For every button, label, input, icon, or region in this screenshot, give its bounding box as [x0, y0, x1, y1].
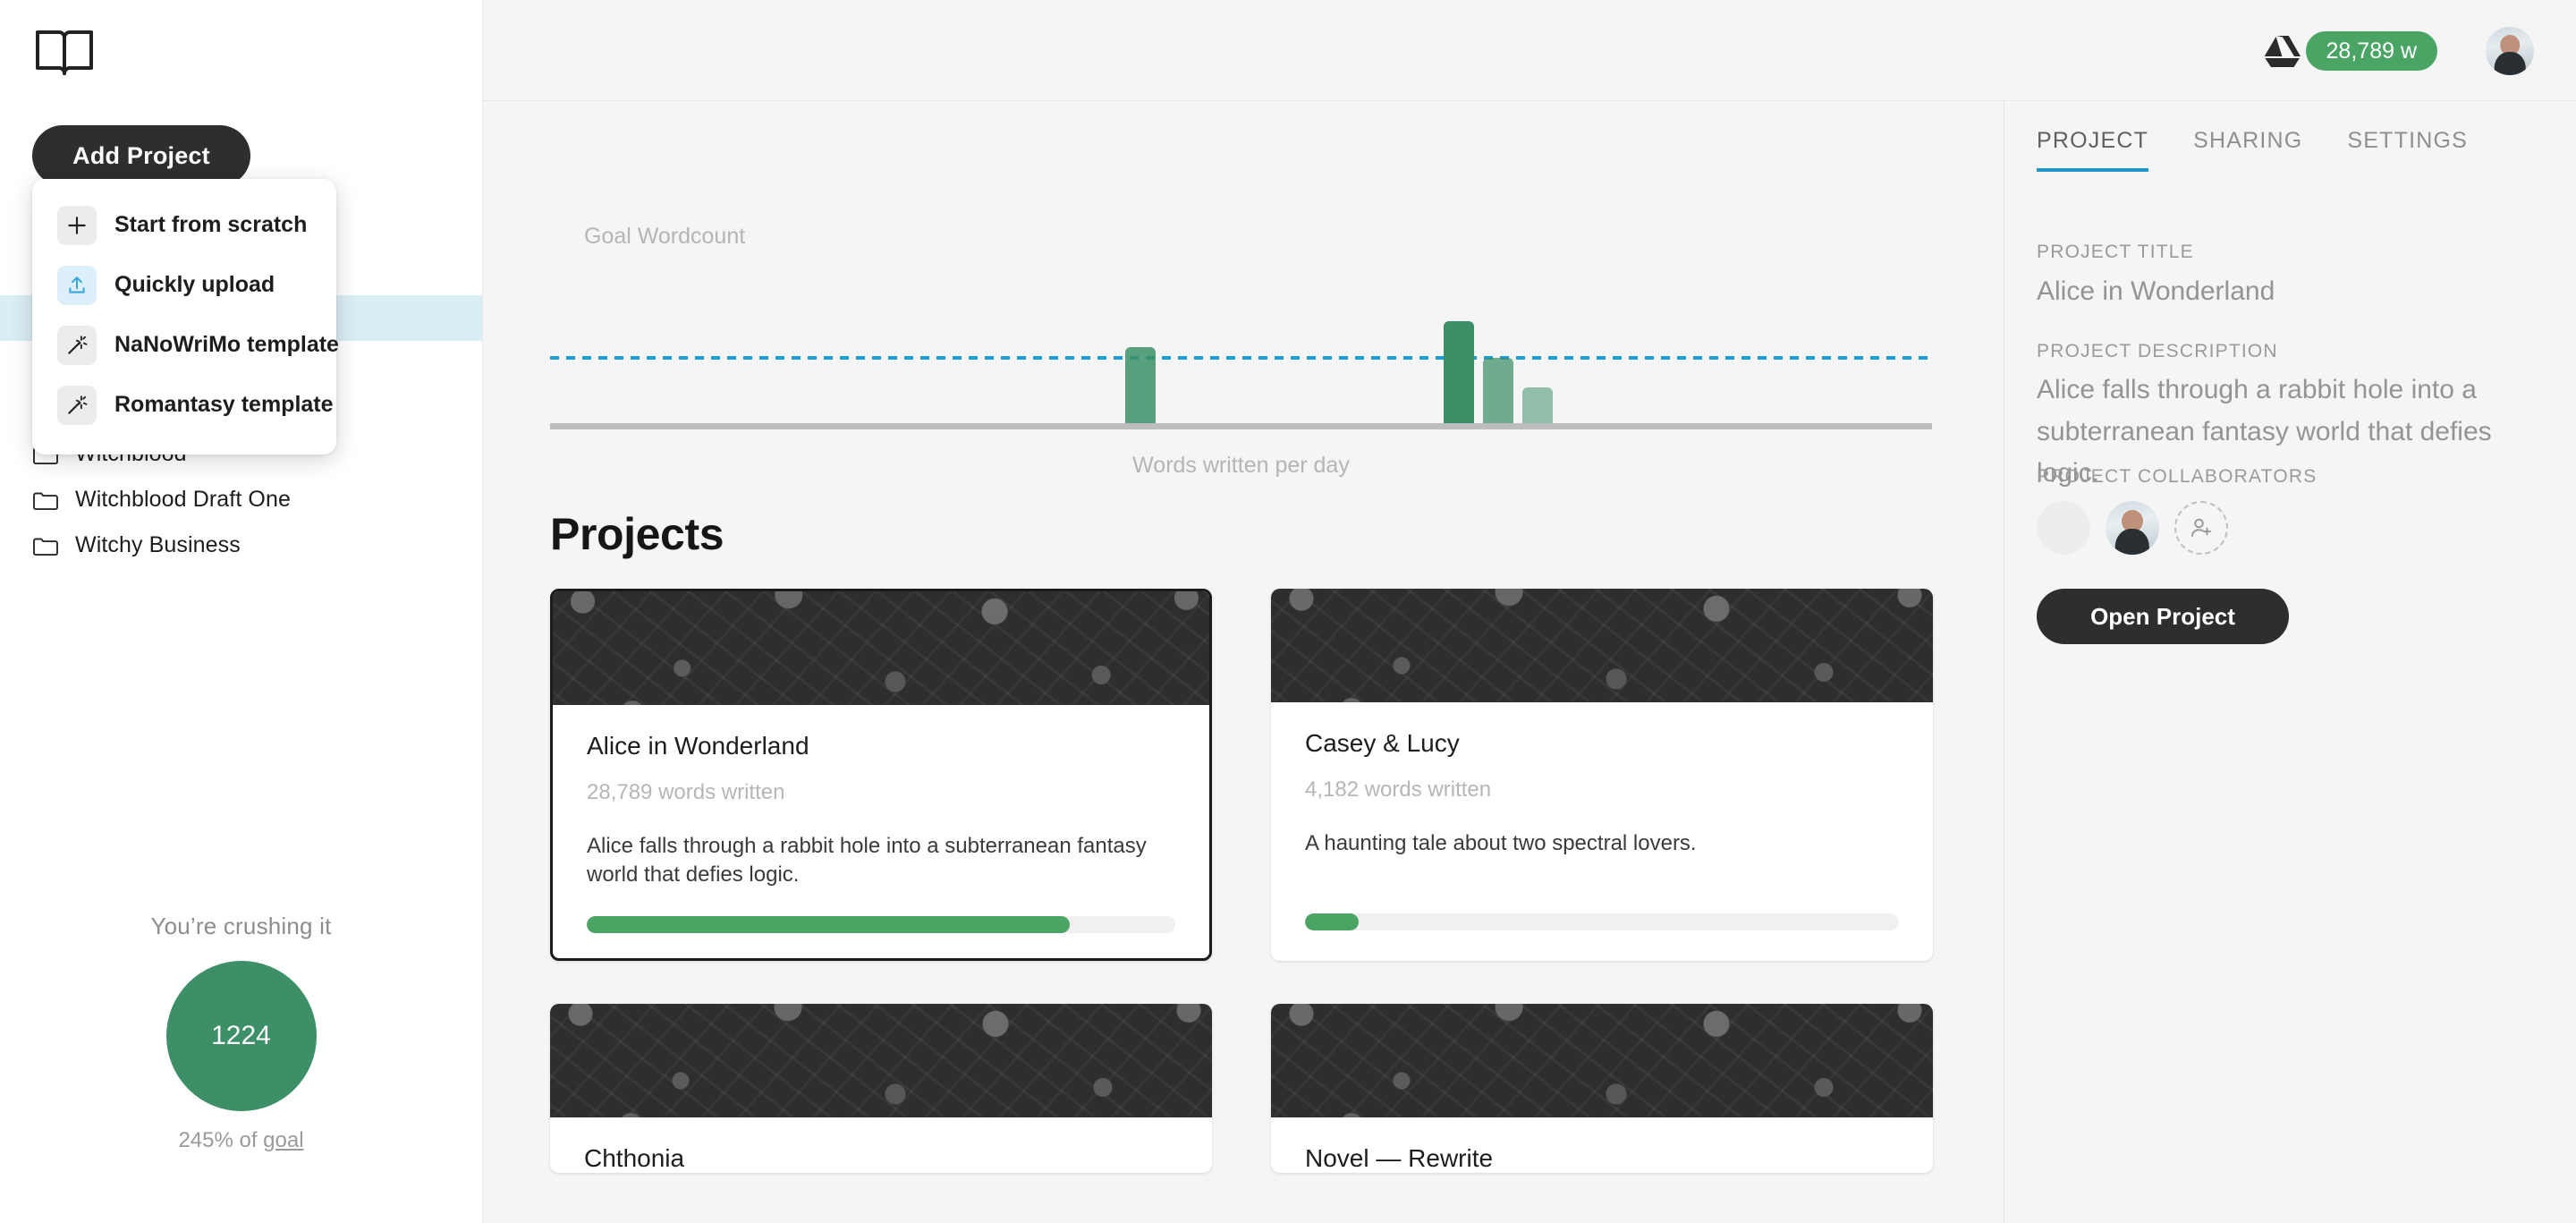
goal-word-number: 1224	[211, 1021, 271, 1050]
project-cover-doodle-image	[550, 1004, 1212, 1117]
project-cover-doodle-image	[1271, 589, 1933, 702]
project-card-body: Casey & Lucy 4,182 words written A hauntin…	[1271, 702, 1933, 930]
goal-progress-circle[interactable]: 1224	[165, 961, 317, 1111]
add-collaborator-button[interactable]	[2174, 501, 2228, 555]
project-card-title: Chthonia	[584, 1144, 685, 1172]
collaborator-avatar[interactable]	[2106, 501, 2159, 555]
add-menu-item-label: Romantasy template	[114, 392, 334, 417]
daily-goal-widget: You’re crushing it 1224 245% of goal	[0, 913, 482, 1153]
project-cover-doodle-image	[553, 591, 1209, 705]
project-card-wordcount: 4,182 words written	[1305, 777, 1492, 802]
chart-x-axis-label: Words written per day	[1132, 453, 1350, 478]
project-description-label: PROJECT DESCRIPTION	[2037, 341, 2278, 361]
avatar-body	[2494, 52, 2526, 75]
add-project-dropdown-menu: Start from scratch Quickly upload NaNoWriM…	[32, 179, 339, 454]
project-card-body: Alice in Wonderland 28,789 words written A…	[553, 705, 1209, 933]
project-card-description: A haunting tale about two spectral lover…	[1305, 831, 1697, 855]
add-menu-item-label: Quickly upload	[114, 272, 275, 297]
main-content: Goal Wordcount Words written per day Pro…	[483, 101, 2004, 1223]
project-card-wordcount: 28,789 words written	[587, 780, 785, 804]
project-progress-fill	[587, 916, 1070, 933]
project-progress-fill	[1305, 913, 1359, 930]
collaborators-row	[2037, 501, 2243, 555]
goal-link[interactable]: goal	[263, 1128, 303, 1152]
folder-icon	[32, 535, 59, 556]
project-title-label: PROJECT TITLE	[2037, 242, 2194, 262]
open-project-button[interactable]: Open Project	[2037, 589, 2289, 644]
project-card-description: Alice falls through a rabbit hole into a…	[587, 834, 1147, 887]
top-bar: 28,789 w	[483, 0, 2576, 101]
chart-bar	[1125, 347, 1156, 423]
panel-tab-project[interactable]: PROJECT	[2037, 128, 2149, 172]
chart-bar	[1444, 321, 1474, 423]
chart-bar	[1483, 358, 1513, 423]
words-per-day-chart: Goal Wordcount Words written per day	[550, 125, 1932, 478]
sidebar-folder-item[interactable]: Witchy Business	[0, 522, 483, 568]
add-menu-item[interactable]: Quickly upload	[32, 255, 336, 315]
chart-bars	[550, 137, 1932, 423]
goal-percent-value: 245% of	[178, 1128, 264, 1152]
project-cover-doodle-image	[1271, 1004, 1933, 1117]
plus-icon	[57, 205, 97, 245]
project-card[interactable]: Novel — Rewrite	[1271, 1004, 1933, 1173]
add-menu-item[interactable]: Romantasy template	[32, 375, 336, 435]
project-card-body: Chthonia	[550, 1117, 1212, 1173]
goal-caption: You’re crushing it	[150, 913, 332, 939]
add-project-button[interactable]: Add Project	[32, 125, 250, 186]
chart-bar	[1522, 387, 1553, 423]
add-menu-item[interactable]: Start from scratch	[32, 195, 336, 255]
page-title: Projects	[550, 509, 724, 559]
add-menu-item[interactable]: NaNoWriMo template	[32, 315, 339, 375]
collaborator-avatar-empty[interactable]	[2037, 501, 2090, 555]
project-details-panel: PROJECT SHARING SETTINGS PROJECT TITLE Ali…	[2004, 101, 2576, 1223]
project-progress-track	[1305, 913, 1899, 930]
project-progress-track	[587, 916, 1175, 933]
goal-percent-text: 245% of goal	[0, 1128, 482, 1153]
chart-baseline-axis	[550, 423, 1932, 429]
sidebar-folder-label: Witchy Business	[75, 532, 241, 557]
app-root: Add Project Novel — RewriteSymphony of S…	[0, 0, 2576, 1223]
add-menu-item-label: NaNoWriMo template	[114, 332, 339, 357]
user-avatar[interactable]	[2486, 27, 2534, 75]
google-drive-icon[interactable]	[2264, 34, 2301, 68]
project-card[interactable]: Chthonia	[550, 1004, 1212, 1173]
projects-card-grid: Alice in Wonderland 28,789 words written A…	[550, 589, 1933, 1173]
project-title-value[interactable]: Alice in Wonderland	[2037, 271, 2538, 313]
total-wordcount-badge[interactable]: 28,789 w	[2305, 31, 2437, 71]
project-card-title: Casey & Lucy	[1305, 729, 1460, 757]
project-card[interactable]: Alice in Wonderland 28,789 words written A…	[550, 589, 1212, 961]
sidebar: Add Project Novel — RewriteSymphony of S…	[0, 0, 483, 1223]
open-book-icon[interactable]	[34, 25, 95, 79]
folder-icon	[32, 489, 59, 511]
project-card-body: Novel — Rewrite	[1271, 1117, 1933, 1173]
sidebar-folder-item[interactable]: Witchblood Draft One	[0, 477, 483, 522]
magic-wand-icon	[57, 385, 97, 425]
avatar-body	[2114, 529, 2150, 555]
upload-icon	[57, 265, 97, 305]
panel-tab-sharing[interactable]: SHARING	[2193, 128, 2302, 172]
panel-tab-settings[interactable]: SETTINGS	[2347, 128, 2468, 172]
project-card[interactable]: Casey & Lucy 4,182 words written A hauntin…	[1271, 589, 1933, 961]
project-card-title: Novel — Rewrite	[1305, 1144, 1494, 1172]
project-card-title: Alice in Wonderland	[587, 732, 809, 760]
panel-tabs: PROJECT SHARING SETTINGS	[2004, 128, 2512, 172]
project-collaborators-label: PROJECT COLLABORATORS	[2037, 466, 2318, 487]
sidebar-folder-label: Witchblood Draft One	[75, 487, 291, 512]
add-menu-item-label: Start from scratch	[114, 212, 308, 237]
magic-wand-icon	[57, 325, 97, 365]
